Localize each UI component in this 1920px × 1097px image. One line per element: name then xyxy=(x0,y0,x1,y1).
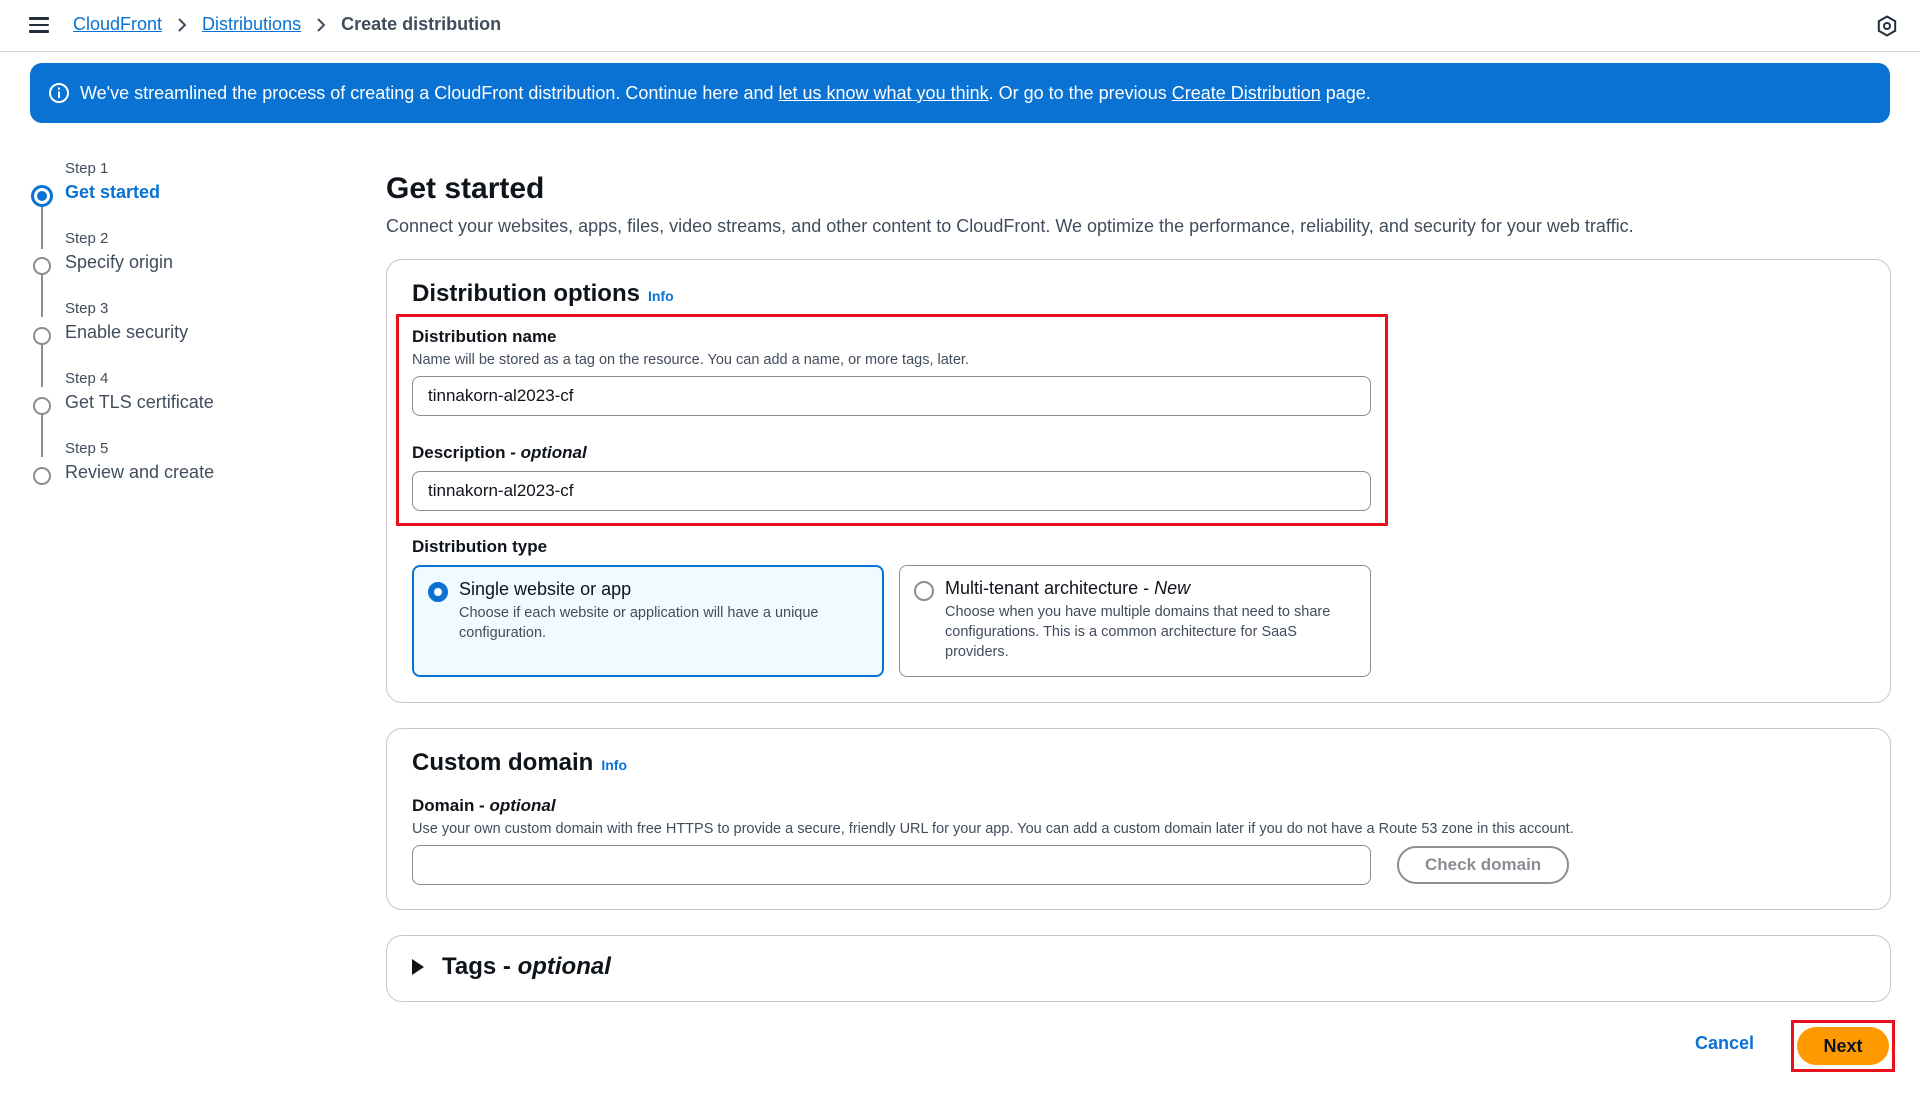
optional-text: optional xyxy=(517,953,611,980)
custom-domain-panel: Custom domain Info Domain - optional Use … xyxy=(386,728,1891,910)
tile-single-website[interactable]: Single website or app Choose if each web… xyxy=(412,565,884,677)
tile-title: Single website or app xyxy=(459,579,632,599)
step-title: Specify origin xyxy=(65,252,174,272)
expander-title: Tags - optional xyxy=(442,953,611,981)
step-review-and-create: Step 5 Review and create xyxy=(30,440,330,500)
step-title: Enable security xyxy=(65,322,189,342)
chevron-right-icon xyxy=(178,17,187,32)
step-title: Review and create xyxy=(65,462,215,482)
next-button[interactable]: Next xyxy=(1797,1027,1889,1065)
step-indicator-icon xyxy=(33,327,51,345)
caret-right-icon xyxy=(412,959,424,975)
breadcrumb-current: Create distribution xyxy=(341,14,502,34)
flash-text-part: . Or go to the previous xyxy=(988,82,1172,103)
description-input[interactable] xyxy=(412,471,1371,511)
new-badge-text: New xyxy=(1154,578,1191,598)
description-label: Description - optional xyxy=(412,443,587,463)
tile-title-text: Multi-tenant architecture - xyxy=(945,578,1155,598)
flash-text-part: page. xyxy=(1320,82,1371,103)
distribution-options-header: Distribution options Info xyxy=(412,280,674,308)
old-create-distribution-link[interactable]: Create Distribution xyxy=(1172,83,1321,103)
distribution-options-panel: Distribution options Info Distribution na… xyxy=(386,259,1891,703)
tile-description: Choose when you have multiple domains th… xyxy=(945,604,1331,660)
step-number: Step 5 xyxy=(65,440,109,457)
info-link[interactable]: Info xyxy=(648,288,674,304)
step-indicator-icon xyxy=(33,397,51,415)
label-text: Description - xyxy=(412,443,521,462)
step-number: Step 1 xyxy=(65,160,109,177)
section-title: Custom domain xyxy=(412,749,594,776)
info-flash-banner: We've streamlined the process of creatin… xyxy=(30,63,1890,123)
check-domain-button[interactable]: Check domain xyxy=(1397,846,1570,884)
domain-label: Domain - optional xyxy=(412,796,556,816)
step-specify-origin: Step 2 Specify origin xyxy=(30,230,330,290)
page-description: Connect your websites, apps, files, vide… xyxy=(386,216,1634,236)
feedback-link[interactable]: let us know what you think xyxy=(778,83,988,103)
step-active-indicator-icon xyxy=(31,185,53,207)
distribution-name-hint: Name will be stored as a tag on the reso… xyxy=(412,352,969,368)
flash-text-part: We've streamlined the process of creatin… xyxy=(80,82,779,103)
distribution-type-tiles: Single website or app Choose if each web… xyxy=(412,565,1372,677)
step-enable-security: Step 3 Enable security xyxy=(30,300,330,360)
optional-text: optional xyxy=(489,796,556,815)
step-number: Step 4 xyxy=(65,370,109,387)
optional-text: optional xyxy=(520,443,587,462)
step-indicator-icon xyxy=(33,257,51,275)
breadcrumb: CloudFront Distributions Create distribu… xyxy=(73,14,501,35)
distribution-name-input[interactable] xyxy=(412,376,1371,416)
section-title: Distribution options xyxy=(412,280,640,307)
label-text: Domain - xyxy=(412,796,490,815)
step-title: Get TLS certificate xyxy=(65,392,214,412)
custom-domain-header: Custom domain Info xyxy=(412,749,627,777)
page-title: Get started xyxy=(386,172,545,205)
hamburger-menu-icon[interactable] xyxy=(29,17,49,33)
cancel-button[interactable]: Cancel xyxy=(1695,1033,1754,1054)
breadcrumb-cloudfront[interactable]: CloudFront xyxy=(73,14,162,35)
top-navigation-bar: CloudFront Distributions Create distribu… xyxy=(0,0,1920,52)
title-text: Tags - xyxy=(442,953,518,980)
chevron-right-icon xyxy=(317,17,326,32)
info-circle-icon xyxy=(49,83,69,103)
radio-selected-icon[interactable] xyxy=(428,582,448,602)
radio-unselected-icon[interactable] xyxy=(914,581,934,601)
distribution-name-label: Distribution name xyxy=(412,327,557,346)
step-title[interactable]: Get started xyxy=(65,182,160,203)
settings-icon[interactable] xyxy=(1876,15,1898,37)
step-number: Step 2 xyxy=(65,230,109,247)
distribution-type-label: Distribution type xyxy=(412,537,548,556)
tile-description: Choose if each website or application wi… xyxy=(459,605,819,641)
tile-title: Multi-tenant architecture - New xyxy=(945,578,1190,599)
domain-input[interactable] xyxy=(412,845,1371,885)
domain-hint: Use your own custom domain with free HTT… xyxy=(412,821,1574,837)
info-link[interactable]: Info xyxy=(601,757,627,773)
tags-expander[interactable]: Tags - optional xyxy=(412,953,611,981)
step-get-tls-certificate: Step 4 Get TLS certificate xyxy=(30,370,330,430)
tile-multi-tenant[interactable]: Multi-tenant architecture - New Choose w… xyxy=(899,565,1371,677)
flash-text: We've streamlined the process of creatin… xyxy=(80,83,1371,104)
step-number: Step 3 xyxy=(65,300,109,317)
step-indicator-icon xyxy=(33,467,51,485)
breadcrumb-distributions[interactable]: Distributions xyxy=(202,14,301,35)
tags-panel: Tags - optional xyxy=(386,935,1891,1002)
step-get-started[interactable]: Step 1 Get started xyxy=(30,160,330,220)
